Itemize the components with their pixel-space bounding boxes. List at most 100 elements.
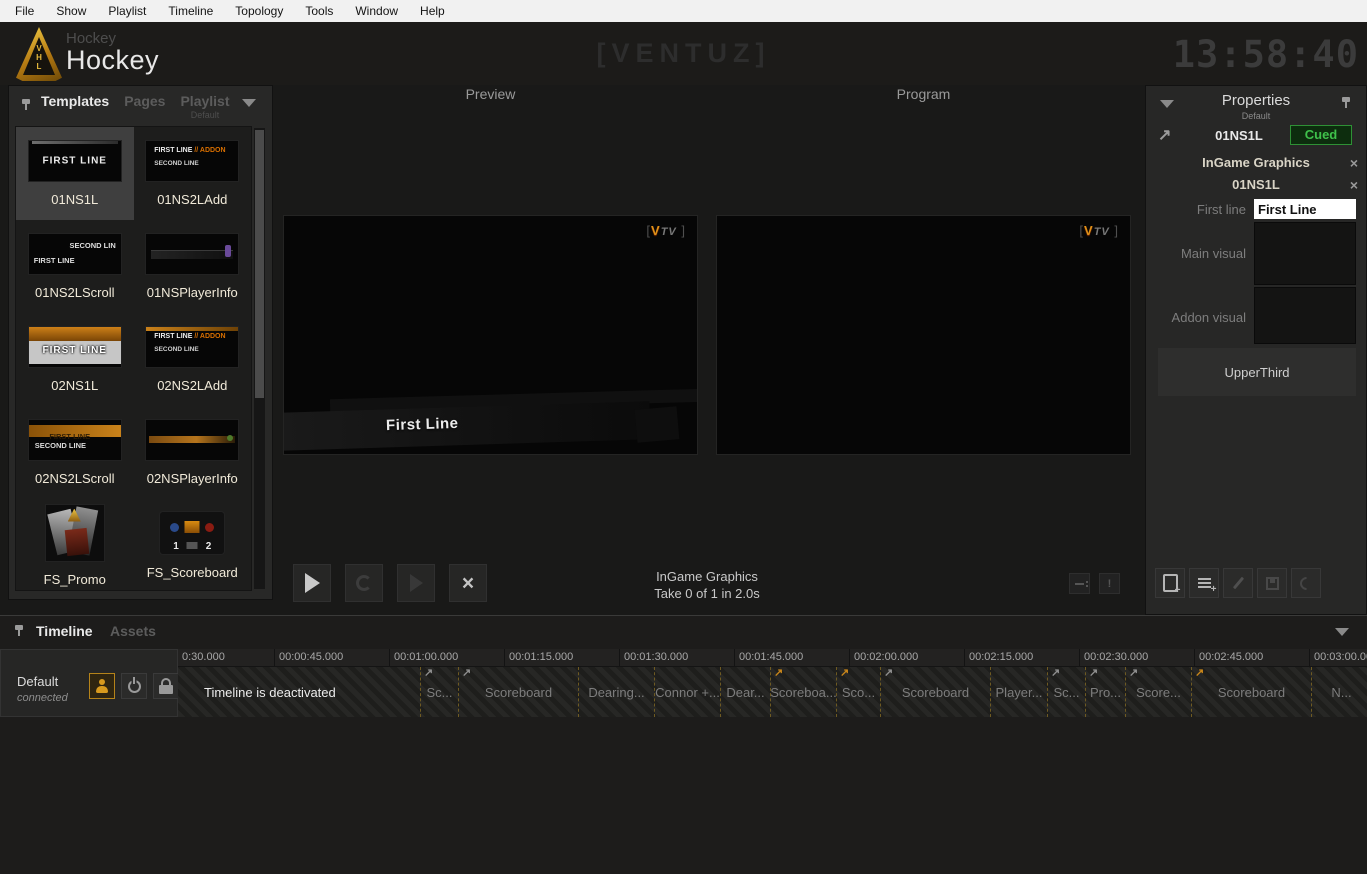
timeline-panel: Timeline Assets Default connected 0:30.0… bbox=[0, 615, 1367, 874]
tab-timeline[interactable]: Timeline bbox=[36, 623, 93, 639]
timeline-clip-2[interactable]: ↗Scoreboard bbox=[458, 667, 578, 717]
menu-item-timeline[interactable]: Timeline bbox=[157, 0, 224, 22]
timeline-clip-8[interactable]: ↗Scoreboard bbox=[880, 667, 990, 717]
timeline-body: Default connected 0:30.00000:00:45.00000… bbox=[0, 649, 1367, 717]
timeline-clip-14[interactable]: N... bbox=[1311, 667, 1367, 717]
clip-cue-arrow-icon: ↗ bbox=[1051, 667, 1060, 679]
menu-item-tools[interactable]: Tools bbox=[294, 0, 344, 22]
template-item-02NS2LScroll[interactable]: FIRST LINESECOND LINE02NS2LScroll bbox=[16, 406, 134, 499]
template-thumbnail-02NSPlayerInfo bbox=[146, 420, 238, 460]
new-page-button[interactable] bbox=[1155, 568, 1185, 598]
lock-toggle-button[interactable] bbox=[153, 673, 179, 699]
ruler-tick-label: 00:03:00.000 bbox=[1309, 649, 1367, 666]
menu-item-help[interactable]: Help bbox=[409, 0, 456, 22]
template-item-01NS1L[interactable]: FIRST LINE 01NS1L bbox=[16, 127, 134, 220]
undo-button[interactable] bbox=[1291, 568, 1321, 598]
timeline-clip-13[interactable]: ↗Scoreboard bbox=[1191, 667, 1311, 717]
template-item-FS_Scoreboard[interactable]: 12FS_Scoreboard bbox=[134, 499, 252, 592]
operator-toggle-button[interactable] bbox=[89, 673, 115, 699]
pin-icon[interactable] bbox=[1341, 96, 1352, 109]
close-icon[interactable]: × bbox=[1350, 156, 1358, 170]
timeline-clip-7[interactable]: ↗Sco... bbox=[836, 667, 880, 717]
clip-label: Player... bbox=[996, 685, 1043, 700]
timeline-ruler[interactable]: 0:30.00000:00:45.00000:01:00.00000:01:15… bbox=[178, 649, 1367, 667]
timeline-clip-11[interactable]: ↗Pro... bbox=[1085, 667, 1125, 717]
power-toggle-button[interactable] bbox=[121, 673, 147, 699]
template-label: 01NS1L bbox=[51, 192, 98, 207]
timeline-clip-1[interactable]: ↗ Sc... bbox=[420, 667, 458, 717]
properties-title: Properties bbox=[1146, 92, 1366, 109]
track-status: connected bbox=[17, 692, 68, 704]
save-button[interactable] bbox=[1257, 568, 1287, 598]
cued-status-badge: Cued bbox=[1290, 125, 1352, 145]
template-item-02NS1L[interactable]: FIRST LINE02NS1L bbox=[16, 313, 134, 406]
clip-label: Pro... bbox=[1090, 685, 1121, 700]
timeline-clip-9[interactable]: Player... bbox=[990, 667, 1047, 717]
menu-item-show[interactable]: Show bbox=[45, 0, 97, 22]
ruler-tick-label: 0:30.000 bbox=[178, 649, 274, 666]
template-thumbnail-FS_Scoreboard: 12 bbox=[160, 512, 224, 554]
power-icon bbox=[128, 680, 141, 693]
ruler-tick-label: 00:02:30.000 bbox=[1079, 649, 1194, 666]
ruler-tick-label: 00:01:15.000 bbox=[504, 649, 619, 666]
edit-button[interactable] bbox=[1223, 568, 1253, 598]
ruler-tick-label: 00:01:45.000 bbox=[734, 649, 849, 666]
template-item-02NS2LAdd[interactable]: FIRST LINE // ADDONSECOND LINE02NS2LAdd bbox=[134, 313, 252, 406]
template-thumbnail-01NSPlayerInfo bbox=[146, 234, 238, 274]
clip-label: Scoreboard bbox=[485, 685, 552, 700]
template-item-01NSPlayerInfo[interactable]: 01NSPlayerInfo bbox=[134, 220, 252, 313]
timeline-clip-5[interactable]: Dear... bbox=[720, 667, 770, 717]
timeline-clip-10[interactable]: ↗Sc... bbox=[1047, 667, 1085, 717]
tab-playlist[interactable]: Playlist Default bbox=[180, 93, 229, 120]
timeline-deactivated-text: Timeline is deactivated bbox=[204, 685, 336, 700]
cue-arrow-icon: ↗ bbox=[1158, 125, 1171, 145]
clip-cue-arrow-icon: ↗ bbox=[424, 667, 433, 679]
away-score: 2 bbox=[206, 541, 212, 552]
template-item-01NS2LAdd[interactable]: FIRST LINE // ADDONSECOND LINE01NS2LAdd bbox=[134, 127, 252, 220]
upperthird-button[interactable]: UpperThird bbox=[1158, 348, 1356, 396]
chevron-down-icon[interactable] bbox=[242, 99, 256, 107]
undo-icon bbox=[1297, 574, 1315, 592]
vtv-watermark: [VTV ] bbox=[646, 223, 686, 238]
template-thumbnail-01NS1L: FIRST LINE bbox=[29, 141, 121, 181]
timeline-clip-3[interactable]: Dearing... bbox=[578, 667, 654, 717]
breadcrumb-group: InGame Graphics bbox=[1146, 155, 1366, 170]
templates-scrollbar[interactable] bbox=[254, 128, 265, 589]
timeline-clip-6[interactable]: ↗Scoreboa... bbox=[770, 667, 836, 717]
menu-item-window[interactable]: Window bbox=[344, 0, 409, 22]
clip-cue-arrow-icon: ↗ bbox=[840, 667, 849, 679]
templates-panel-tabs: Templates Pages Playlist Default bbox=[41, 93, 230, 120]
template-item-01NS2LScroll[interactable]: SECOND LINFIRST LINE01NS2LScroll bbox=[16, 220, 134, 313]
ruler-tick-label: 00:00:45.000 bbox=[274, 649, 389, 666]
template-item-02NSPlayerInfo[interactable]: 02NSPlayerInfo bbox=[134, 406, 252, 499]
main-visual-dropzone[interactable] bbox=[1254, 222, 1356, 285]
first-line-input[interactable] bbox=[1254, 199, 1356, 219]
template-item-FS_Promo[interactable]: FS_Promo bbox=[16, 499, 134, 592]
pin-icon[interactable] bbox=[14, 624, 25, 637]
dock-button[interactable] bbox=[1069, 573, 1090, 594]
timeline-clip-12[interactable]: ↗Score... bbox=[1125, 667, 1191, 717]
scrollbar-thumb[interactable] bbox=[255, 130, 264, 398]
timeline-clips-strip[interactable]: Timeline is deactivated ↗Sc...↗Scoreboar… bbox=[178, 667, 1367, 717]
tab-templates[interactable]: Templates bbox=[41, 93, 109, 109]
pin-icon[interactable] bbox=[21, 98, 32, 111]
warning-button[interactable]: ! bbox=[1099, 573, 1120, 594]
chevron-down-icon[interactable] bbox=[1335, 628, 1349, 636]
close-icon[interactable]: × bbox=[1350, 178, 1358, 192]
template-thumbnail-FS_Promo bbox=[46, 505, 104, 561]
clip-label: Sc... bbox=[426, 685, 452, 700]
add-list-icon bbox=[1198, 578, 1211, 580]
properties-toolbar bbox=[1155, 568, 1321, 598]
take-status-line2: Take 0 of 1 in 2.0s bbox=[283, 585, 1131, 602]
add-to-playlist-button[interactable] bbox=[1189, 568, 1219, 598]
tab-pages[interactable]: Pages bbox=[124, 93, 165, 109]
timeline-clip-4[interactable]: Connor +... bbox=[654, 667, 720, 717]
menu-item-topology[interactable]: Topology bbox=[224, 0, 294, 22]
ruler-tick-label: 00:01:30.000 bbox=[619, 649, 734, 666]
addon-visual-dropzone[interactable] bbox=[1254, 287, 1356, 344]
menu-item-file[interactable]: File bbox=[4, 0, 45, 22]
tab-assets[interactable]: Assets bbox=[110, 623, 156, 639]
preview-monitor: [VTV ] First Line bbox=[283, 215, 698, 455]
menu-item-playlist[interactable]: Playlist bbox=[97, 0, 157, 22]
period-box bbox=[185, 521, 200, 533]
